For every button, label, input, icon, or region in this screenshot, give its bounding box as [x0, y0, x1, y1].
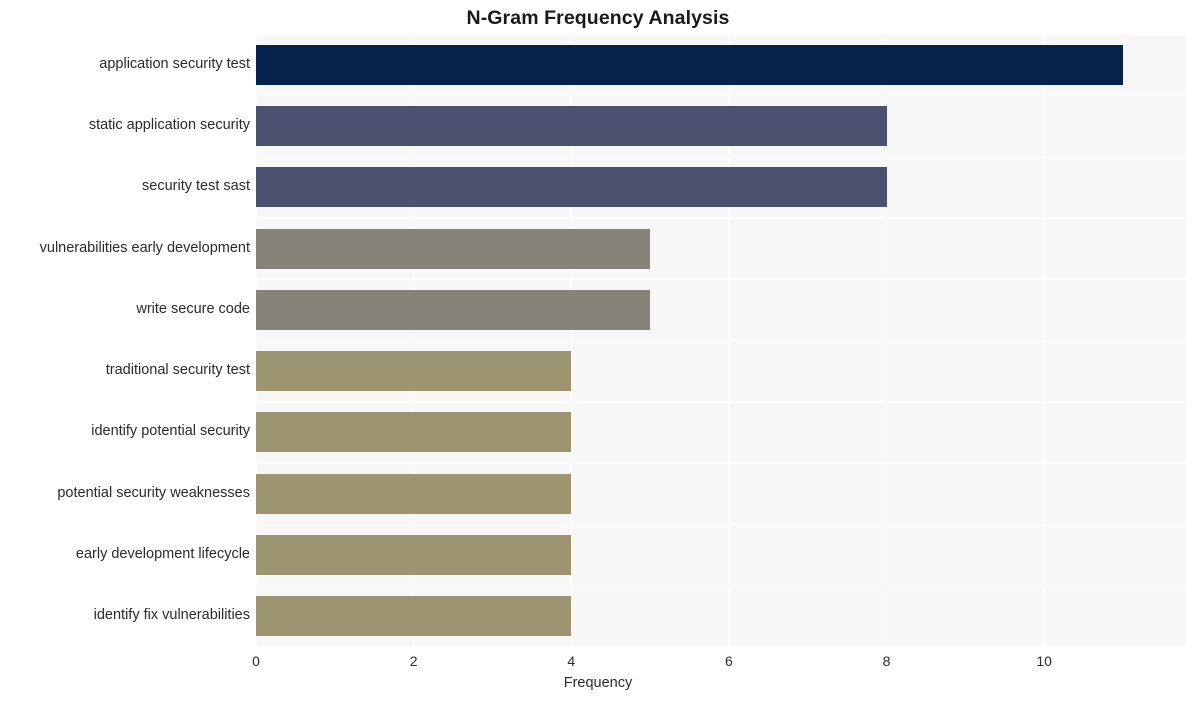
x-axis-tick-label: 6 [724, 653, 733, 669]
y-axis-tick-label: potential security weaknesses [57, 484, 250, 501]
x-axis-tick-label: 4 [567, 653, 576, 669]
bar [256, 351, 572, 392]
bar [256, 412, 572, 453]
x-axis-tick-label: 10 [1036, 653, 1052, 669]
grid-line-horizontal [256, 584, 1186, 587]
y-axis-tick-label: traditional security test [105, 362, 250, 379]
grid-line-horizontal [256, 523, 1186, 526]
y-axis-tick-label: write secure code [136, 300, 250, 317]
bar [256, 596, 572, 637]
x-axis-title: Frequency [563, 675, 633, 691]
x-axis-tick-label: 0 [252, 653, 260, 669]
grid-line-horizontal [256, 217, 1186, 219]
chart-figure: N-Gram Frequency Analysis application se… [0, 0, 1196, 701]
grid-line-horizontal [256, 401, 1186, 403]
y-axis-tick-label: security test sast [142, 178, 250, 195]
y-axis-tick-label: vulnerabilities early development [39, 239, 250, 256]
bar [256, 44, 1123, 85]
bar [256, 535, 572, 576]
grid-line-horizontal [256, 339, 1186, 342]
y-axis-tick-label: identify potential security [91, 423, 250, 440]
grid-line-horizontal [256, 94, 1186, 97]
y-axis-tick-label: identify fix vulnerabilities [93, 607, 250, 624]
plot-area [255, 33, 1186, 648]
y-axis-tick-label: early development lifecycle [75, 546, 250, 563]
bar [256, 167, 887, 208]
grid-line-horizontal [256, 646, 1186, 648]
bar [256, 228, 651, 269]
y-axis-tick-label: static application security [88, 116, 250, 133]
bar [256, 473, 572, 514]
grid-line-horizontal [256, 462, 1186, 464]
x-axis-tick-label: 2 [409, 653, 418, 669]
chart-title: N-Gram Frequency Analysis [466, 7, 730, 29]
x-axis-tick-label: 8 [882, 653, 891, 669]
bar [256, 105, 887, 146]
bar [256, 289, 651, 330]
y-axis-tick-label: application security test [99, 55, 250, 72]
grid-line-horizontal [256, 278, 1186, 280]
grid-line-horizontal [256, 33, 1186, 35]
grid-line-horizontal [256, 155, 1186, 158]
